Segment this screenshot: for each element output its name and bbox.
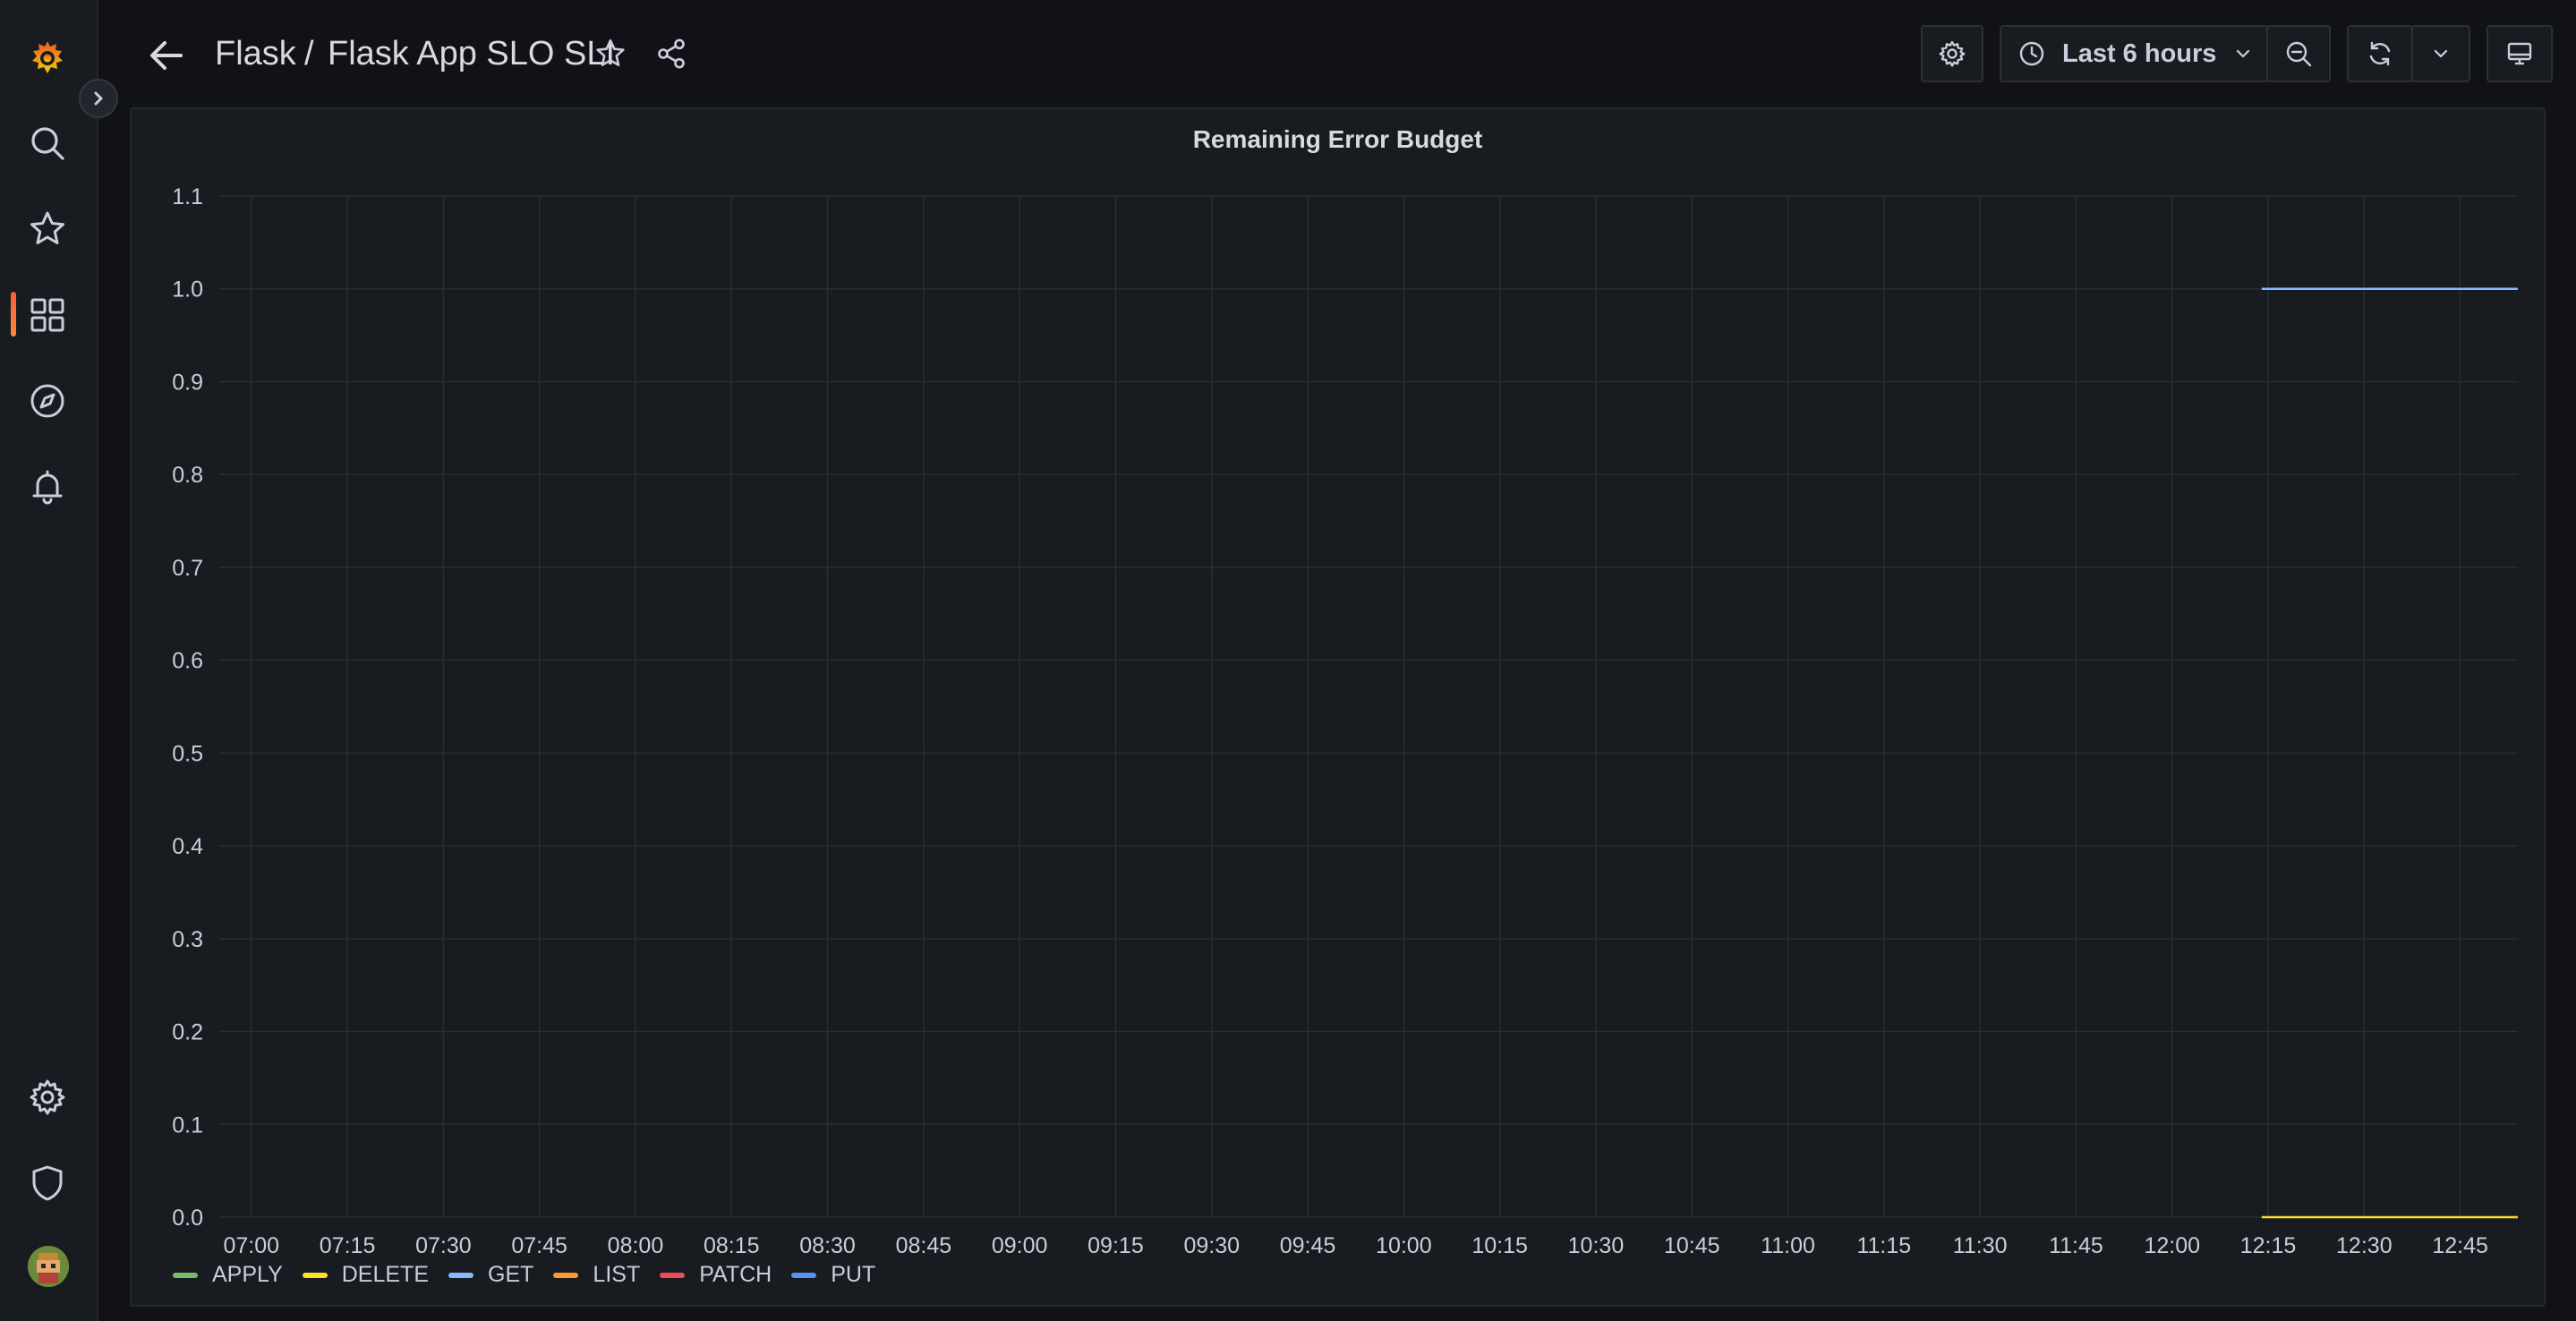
x-tick-label: 11:45	[2049, 1233, 2103, 1258]
refresh-interval-dropdown[interactable]	[2411, 25, 2470, 82]
server-admin-shield-icon[interactable]	[24, 1160, 71, 1206]
legend-swatch	[553, 1272, 579, 1278]
monitor-icon	[2507, 42, 2532, 65]
starred-icon[interactable]	[24, 206, 71, 252]
sidebar	[0, 0, 98, 1321]
y-tick-label: 0.2	[172, 1020, 203, 1045]
legend-swatch	[660, 1272, 686, 1278]
x-tick-label: 12:45	[2432, 1233, 2488, 1258]
y-tick-label: 0.4	[172, 834, 203, 859]
time-range-picker[interactable]: Last 6 hours	[2000, 25, 2268, 82]
legend-label: DELETE	[341, 1262, 430, 1287]
grafana-app: Flask / Flask App SLO SLI Last 6 hours R…	[0, 0, 2576, 1321]
time-range-label: Last 6 hours	[2062, 38, 2217, 68]
legend-item-get[interactable]: GET	[448, 1262, 533, 1288]
active-nav-marker	[11, 292, 16, 337]
legend-item-put[interactable]: PUT	[791, 1262, 875, 1288]
x-tick-label: 07:15	[320, 1233, 376, 1258]
star-dashboard-icon[interactable]	[591, 34, 630, 73]
alerting-bell-icon[interactable]	[24, 464, 71, 510]
dashboards-icon[interactable]	[24, 292, 71, 338]
share-icon[interactable]	[652, 34, 691, 73]
expand-sidebar-button[interactable]	[79, 79, 118, 118]
x-tick-label: 09:15	[1088, 1233, 1144, 1258]
y-tick-label: 1.0	[172, 277, 203, 303]
chart-legend: APPLY DELETE GET LIST PATCH PUT	[173, 1262, 895, 1288]
y-tick-label: 0.5	[172, 741, 203, 766]
gear-icon	[1939, 40, 1966, 67]
legend-swatch	[448, 1272, 474, 1278]
timeseries-panel: Remaining Error Budget 0.0 0.1 0.2 0.3 0.4 0.…	[130, 107, 2546, 1307]
x-tick-label: 11:15	[1856, 1233, 1911, 1258]
y-tick-label: 0.6	[172, 649, 203, 674]
legend-swatch	[302, 1272, 328, 1278]
legend-swatch	[791, 1272, 817, 1278]
x-tick-label: 09:45	[1280, 1233, 1336, 1258]
legend-label: PUT	[831, 1262, 876, 1287]
configuration-gear-icon[interactable]	[24, 1074, 71, 1121]
y-tick-label: 1.1	[172, 184, 203, 209]
x-tick-label: 12:15	[2240, 1233, 2297, 1258]
dashboard-navbar: Flask / Flask App SLO SLI Last 6 hours	[100, 0, 2576, 107]
x-tick-label: 07:45	[511, 1233, 567, 1258]
user-avatar[interactable]	[28, 1246, 69, 1287]
x-tick-label: 08:45	[896, 1233, 952, 1258]
clock-icon	[2019, 41, 2044, 66]
legend-item-apply[interactable]: APPLY	[173, 1262, 283, 1288]
legend-label: GET	[488, 1262, 534, 1287]
grafana-logo-icon[interactable]	[24, 34, 71, 81]
legend-item-delete[interactable]: DELETE	[302, 1262, 430, 1288]
x-tick-label: 10:30	[1568, 1233, 1625, 1258]
dashboard-settings-button[interactable]	[1921, 25, 1983, 82]
legend-item-list[interactable]: LIST	[553, 1262, 640, 1288]
zoom-out-button[interactable]	[2266, 25, 2331, 82]
chevron-down-icon	[2434, 49, 2448, 58]
x-tick-label: 07:00	[223, 1233, 279, 1258]
x-tick-label: 11:00	[1761, 1233, 1815, 1258]
x-tick-label: 10:00	[1376, 1233, 1432, 1258]
zoom-out-icon	[2286, 41, 2312, 67]
x-tick-label: 08:00	[608, 1233, 664, 1258]
x-tick-label: 07:30	[415, 1233, 472, 1258]
x-tick-label: 08:15	[704, 1233, 760, 1258]
dashboard-title[interactable]: Flask App SLO SLI	[328, 32, 615, 75]
legend-swatch	[173, 1272, 198, 1278]
y-tick-label: 0.9	[172, 370, 203, 395]
x-tick-label: 12:00	[2144, 1233, 2200, 1258]
refresh-icon	[2369, 41, 2391, 66]
chevron-down-icon	[2237, 49, 2250, 58]
legend-label: LIST	[593, 1262, 641, 1287]
back-arrow-button[interactable]	[143, 32, 190, 79]
y-tick-label: 0.7	[172, 556, 203, 581]
y-tick-label: 0.3	[172, 927, 203, 952]
cycle-view-mode-button[interactable]	[2486, 25, 2553, 82]
legend-label: APPLY	[212, 1262, 283, 1287]
breadcrumb-separator: /	[304, 35, 314, 72]
search-icon[interactable]	[24, 120, 71, 166]
x-tick-label: 08:30	[799, 1233, 856, 1258]
x-tick-label: 09:30	[1183, 1233, 1240, 1258]
chart-area[interactable]: 0.0 0.1 0.2 0.3 0.4 0.5 0.6 0.7 0.8 0.9 1.0 1.1 07:0…	[132, 109, 2547, 1308]
refresh-button[interactable]	[2347, 25, 2413, 82]
y-tick-label: 0.0	[172, 1206, 203, 1231]
x-tick-label: 11:30	[1953, 1233, 2008, 1258]
y-tick-label: 0.1	[172, 1112, 203, 1138]
x-tick-label: 10:45	[1664, 1233, 1720, 1258]
x-tick-label: 09:00	[992, 1233, 1048, 1258]
x-tick-label: 10:15	[1471, 1233, 1528, 1258]
legend-item-patch[interactable]: PATCH	[660, 1262, 772, 1288]
legend-label: PATCH	[699, 1262, 772, 1287]
x-tick-label: 12:30	[2336, 1233, 2393, 1258]
breadcrumb-folder[interactable]: Flask	[215, 32, 296, 75]
y-tick-label: 0.8	[172, 463, 203, 488]
explore-compass-icon[interactable]	[24, 378, 71, 424]
